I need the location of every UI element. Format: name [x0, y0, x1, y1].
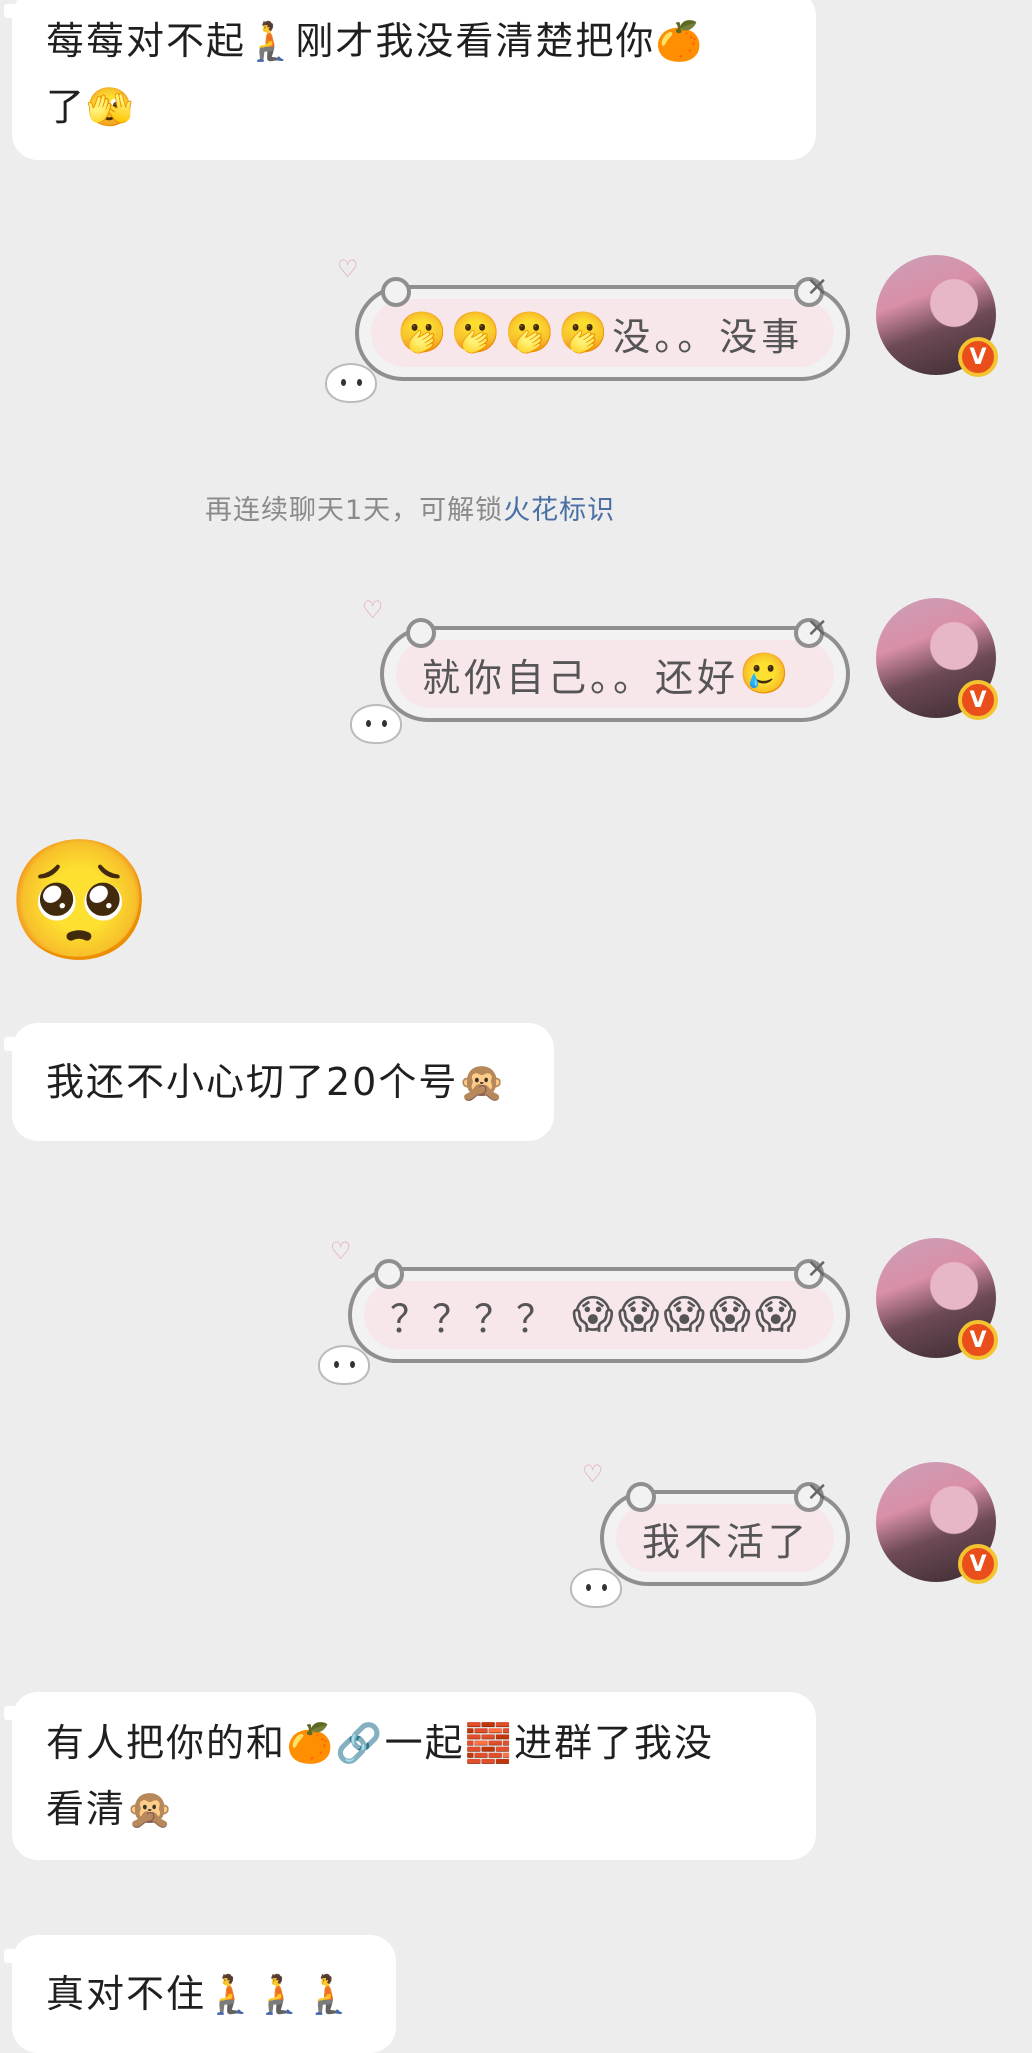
- message-text: ？？？？: [390, 1296, 559, 1341]
- user-avatar[interactable]: V: [876, 1462, 998, 1584]
- outgoing-message[interactable]: ♡ ✕ 我不活了: [570, 1460, 850, 1608]
- message-emoji: 🥲: [739, 651, 793, 697]
- spark-badge-link[interactable]: 火花标识: [503, 495, 615, 526]
- outgoing-message-bubble[interactable]: ✕ 就你自己。。还好 🥲: [380, 614, 850, 722]
- hello-kitty-decoration-icon: [318, 1345, 370, 1385]
- user-avatar[interactable]: V: [876, 255, 998, 377]
- verified-badge-icon: V: [958, 337, 998, 377]
- bubble-content: 🫢🫢🫢🫢 没。。没事: [371, 299, 834, 367]
- message-text: 没。。没事: [612, 314, 804, 359]
- user-avatar[interactable]: V: [876, 1238, 998, 1360]
- bubble-ear-decoration: [374, 1259, 404, 1289]
- incoming-message-bubble[interactable]: 有人把你的和🍊🔗一起🧱进群了我没 看清🙊: [4, 1692, 816, 1860]
- bow-decoration-icon: ✕: [806, 1478, 828, 1508]
- user-avatar[interactable]: V: [876, 598, 998, 720]
- outgoing-message[interactable]: ♡ ✕ 🫢🫢🫢🫢 没。。没事: [325, 255, 850, 403]
- verified-badge-icon: V: [958, 1544, 998, 1584]
- bubble-content: ？？？？ 😱😱😱😱😱: [364, 1281, 834, 1349]
- bubble-content: 我不活了: [616, 1504, 834, 1572]
- bow-decoration-icon: ✕: [806, 1255, 828, 1285]
- message-text: 就你自己。。还好: [422, 655, 740, 700]
- verified-badge-icon: V: [958, 680, 998, 720]
- bubble-ear-decoration: [406, 618, 436, 648]
- verified-badge-icon: V: [958, 1320, 998, 1360]
- outgoing-message-bubble[interactable]: ✕ 🫢🫢🫢🫢 没。。没事: [355, 273, 850, 381]
- bubble-ear-decoration: [381, 277, 411, 307]
- bubble-content: 就你自己。。还好 🥲: [396, 640, 834, 708]
- message-text: 我还不小心切了20个号🙊: [46, 1060, 508, 1104]
- heart-decoration-icon: ♡: [582, 1460, 604, 1488]
- emoji-sticker[interactable]: 🥺: [6, 832, 153, 968]
- heart-decoration-icon: ♡: [337, 255, 359, 283]
- outgoing-message[interactable]: ♡ ✕ ？？？？ 😱😱😱😱😱: [318, 1237, 850, 1385]
- heart-decoration-icon: ♡: [362, 596, 384, 624]
- message-text-line: 莓莓对不起🧎刚才我没看清楚把你🍊: [46, 19, 705, 63]
- system-tip: 再连续聊天1天，可解锁火花标识: [0, 488, 1032, 527]
- bow-decoration-icon: ✕: [806, 614, 828, 644]
- system-tip-text: 再连续聊天1天，可解锁: [205, 495, 504, 526]
- heart-decoration-icon: ♡: [330, 1237, 352, 1265]
- hello-kitty-decoration-icon: [350, 704, 402, 744]
- message-text: 我不活了: [642, 1519, 811, 1564]
- message-emoji: 😱😱😱😱😱: [572, 1292, 801, 1338]
- bow-decoration-icon: ✕: [806, 273, 828, 303]
- incoming-message-bubble[interactable]: 莓莓对不起🧎刚才我没看清楚把你🍊 了🫣: [4, 0, 816, 160]
- hello-kitty-decoration-icon: [325, 363, 377, 403]
- message-text: 真对不住🧎🧎🧎: [46, 1972, 354, 2016]
- hello-kitty-decoration-icon: [570, 1568, 622, 1608]
- message-emoji: 🫢🫢🫢🫢: [397, 310, 613, 356]
- incoming-message-bubble[interactable]: 我还不小心切了20个号🙊: [4, 1023, 554, 1141]
- bubble-ear-decoration: [626, 1482, 656, 1512]
- outgoing-message-bubble[interactable]: ✕ ？？？？ 😱😱😱😱😱: [348, 1255, 850, 1363]
- outgoing-message[interactable]: ♡ ✕ 就你自己。。还好 🥲: [350, 596, 850, 744]
- incoming-message-bubble[interactable]: 真对不住🧎🧎🧎: [4, 1935, 396, 2053]
- message-text-line: 有人把你的和🍊🔗一起🧱进群了我没: [46, 1721, 714, 1765]
- outgoing-message-bubble[interactable]: ✕ 我不活了: [600, 1478, 850, 1586]
- message-text-line: 了🫣: [46, 85, 136, 129]
- message-text-line: 看清🙊: [46, 1787, 176, 1831]
